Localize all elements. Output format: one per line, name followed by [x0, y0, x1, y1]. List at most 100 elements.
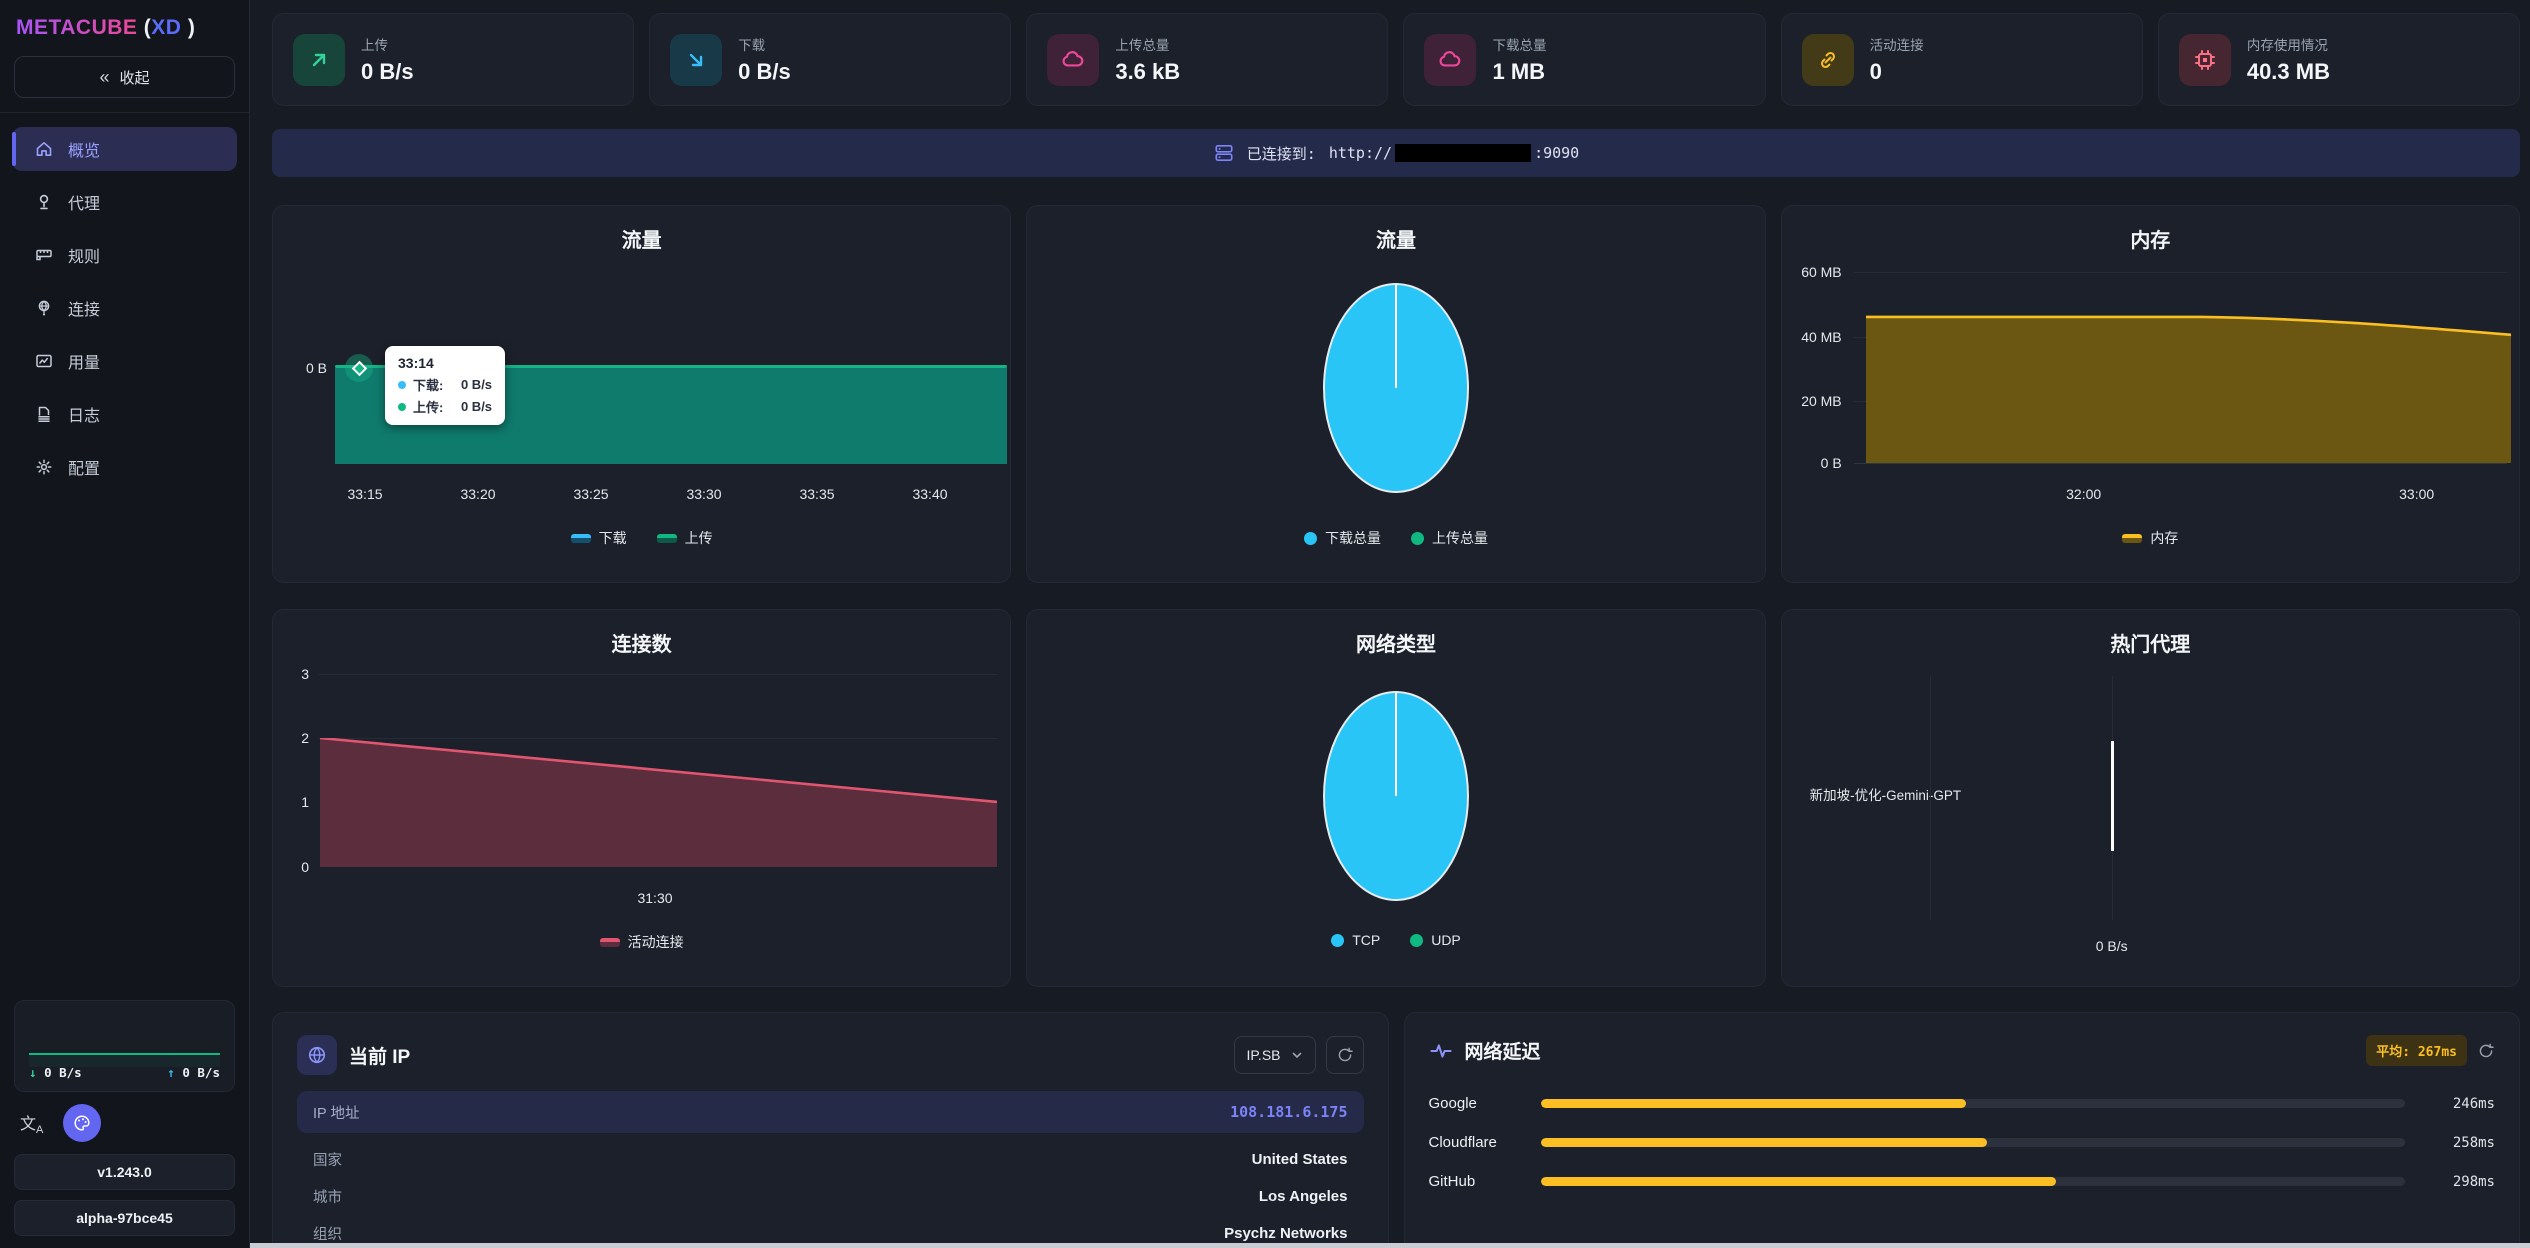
chart-tooltip: 33:14 下载: 0 B/s 上传: 0 B/s — [385, 346, 505, 425]
marker-diamond-icon — [351, 360, 367, 376]
stat-value: 0 B/s — [361, 59, 414, 85]
stat-card-active-connections: 活动连接 0 — [1781, 13, 2143, 106]
core-version-button[interactable]: v1.243.0 — [14, 1154, 235, 1190]
gridline — [1854, 272, 2507, 273]
row-value: United States — [1252, 1151, 1348, 1168]
stat-card-upload-total: 上传总量 3.6 kB — [1026, 13, 1388, 106]
sidebar-item-label: 规则 — [68, 243, 100, 267]
sidebar-item-proxies[interactable]: 代理 — [12, 180, 237, 224]
y-tick: 1 — [273, 794, 309, 810]
legend-download[interactable]: 下载 — [571, 528, 627, 548]
row-value: Los Angeles — [1259, 1188, 1348, 1205]
collapse-sidebar-button[interactable]: « 收起 — [14, 56, 235, 98]
y-tick: 2 — [273, 730, 309, 746]
ruler-icon — [34, 245, 54, 265]
latency-row-google: Google 246ms — [1429, 1084, 2496, 1123]
chart-title: 网络类型 — [1027, 628, 1764, 657]
y-tick: 0 B — [1782, 455, 1842, 471]
theme-palette-button[interactable] — [63, 1104, 101, 1142]
app-logo: METACUBE (XD ) — [0, 0, 249, 54]
build-version-button[interactable]: alpha-97bce45 — [14, 1200, 235, 1236]
green-dot-icon — [1411, 532, 1424, 545]
sidebar-spacer — [0, 498, 249, 1000]
legend-udp[interactable]: UDP — [1410, 932, 1461, 948]
row-label: 国家 — [313, 1149, 342, 1170]
memory-area — [1866, 314, 2511, 463]
chart-title: 连接数 — [273, 628, 1010, 657]
sidebar-item-label: 配置 — [68, 455, 100, 479]
ip-label: IP 地址 — [313, 1102, 359, 1123]
sidebar-item-rules[interactable]: 规则 — [12, 233, 237, 277]
down-arrow-icon: ↓ — [29, 1065, 37, 1080]
y-tick: 60 MB — [1782, 264, 1842, 280]
connected-url: 已连接到: http://:9090 — [1247, 143, 1579, 164]
sidebar-item-logs[interactable]: 日志 — [12, 392, 237, 436]
card-title: 当前 IP — [349, 1042, 410, 1069]
connected-banner: 已连接到: http://:9090 — [272, 129, 2520, 177]
dashboard-root: METACUBE (XD ) « 收起 概览 代理 规则 连接 — [0, 0, 2530, 1248]
legend-upload-total[interactable]: 上传总量 — [1411, 528, 1488, 548]
chart-title: 热门代理 — [1782, 628, 2519, 657]
chart-legend: TCP UDP — [1027, 932, 1764, 948]
legend-upload[interactable]: 上传 — [657, 528, 713, 548]
x-tick: 33:20 — [460, 486, 495, 502]
refresh-ip-button[interactable] — [1326, 1036, 1364, 1074]
memory-swatch-icon — [2122, 534, 2142, 543]
main-content: 上传 0 B/s 下载 0 B/s 上传总量 3.6 kB — [250, 0, 2530, 1248]
ip-source-select[interactable]: IP.SB — [1234, 1036, 1316, 1074]
x-tick: 33:25 — [573, 486, 608, 502]
city-row: 城市 Los Angeles — [297, 1178, 1364, 1215]
country-row: 国家 United States — [297, 1141, 1364, 1178]
legend-tcp[interactable]: TCP — [1331, 932, 1380, 948]
charts-grid: 流量 0 B 33:14 下载: 0 B/s 上传: 0 B/s 33:15 3… — [272, 205, 2520, 987]
gear-icon — [34, 457, 54, 477]
average-latency-badge: 平均: 267ms — [2366, 1035, 2467, 1066]
row-label: 城市 — [313, 1186, 342, 1207]
y-tick: 40 MB — [1782, 329, 1842, 345]
refresh-latency-button[interactable] — [2477, 1042, 2495, 1060]
legend-active-connections[interactable]: 活动连接 — [600, 932, 684, 952]
stat-label: 活动连接 — [1870, 34, 1924, 54]
globe-stand-icon — [34, 298, 54, 318]
card-title: 网络延迟 — [1465, 1037, 1541, 1064]
legend-memory[interactable]: 内存 — [2122, 528, 2178, 548]
ip-source-value: IP.SB — [1247, 1047, 1281, 1063]
sidebar: METACUBE (XD ) « 收起 概览 代理 规则 连接 — [0, 0, 250, 1248]
sidebar-item-label: 连接 — [68, 296, 100, 320]
stat-label: 上传总量 — [1115, 34, 1180, 54]
stat-card-download-total: 下载总量 1 MB — [1403, 13, 1765, 106]
latency-value: 258ms — [2423, 1135, 2495, 1151]
chart-title: 内存 — [1782, 224, 2519, 253]
latency-bar-track — [1541, 1099, 2406, 1108]
connected-label: 已连接到: — [1247, 143, 1316, 164]
latency-target: GitHub — [1429, 1173, 1537, 1190]
horizontal-scrollbar[interactable] — [250, 1243, 2530, 1248]
sidebar-item-usage[interactable]: 用量 — [12, 339, 237, 383]
pulse-icon — [1429, 1039, 1453, 1063]
chart-legend: 内存 — [1782, 528, 2519, 548]
legend-download-total[interactable]: 下载总量 — [1304, 528, 1381, 548]
y-tick: 0 — [273, 859, 309, 875]
ip-value: 108.181.6.175 — [1230, 1103, 1347, 1121]
gridline — [319, 674, 998, 675]
blue-dot-icon — [1304, 532, 1317, 545]
y-axis-label: 0 B — [281, 360, 327, 376]
brand-name: METACUBE — [16, 16, 137, 39]
sidebar-item-connections[interactable]: 连接 — [12, 286, 237, 330]
sidebar-item-overview[interactable]: 概览 — [12, 127, 237, 171]
sidebar-item-config[interactable]: 配置 — [12, 445, 237, 489]
language-icon[interactable]: 文A — [20, 1110, 43, 1136]
stat-label: 上传 — [361, 34, 414, 54]
ip-info-rows: 国家 United States 城市 Los Angeles 组织 Psych… — [297, 1141, 1364, 1248]
blue-dot-icon — [1331, 934, 1344, 947]
stat-value: 1 MB — [1492, 59, 1546, 85]
latency-row-cloudflare: Cloudflare 258ms — [1429, 1123, 2496, 1162]
x-tick: 33:40 — [912, 486, 947, 502]
chart-top-proxies: 热门代理 新加坡-优化-Gemini-GPT 0 B/s — [1781, 609, 2520, 987]
chart-title: 流量 — [273, 224, 1010, 253]
x-tick: 32:00 — [2066, 486, 2101, 502]
bottom-row: 当前 IP IP.SB IP 地址 108.181.6.175 — [272, 1012, 2520, 1248]
x-tick: 33:00 — [2399, 486, 2434, 502]
proxy-icon — [34, 192, 54, 212]
chart-legend: 下载 上传 — [273, 528, 1010, 548]
